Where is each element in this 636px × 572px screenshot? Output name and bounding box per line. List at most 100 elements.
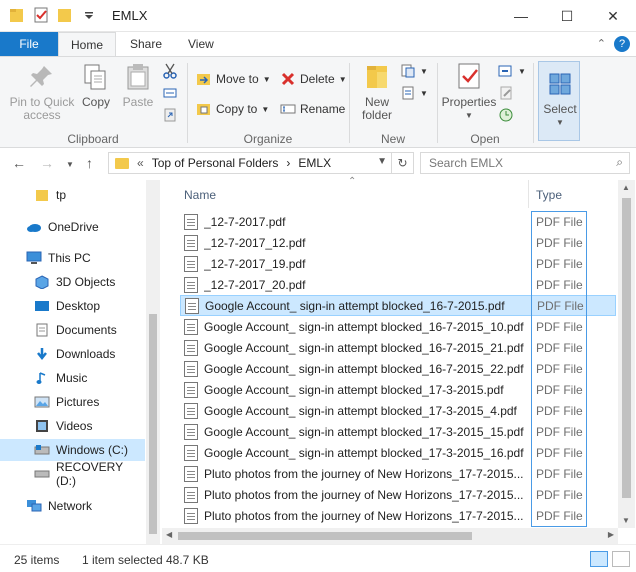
file-row[interactable]: Google Account_ sign-in attempt blocked_… [180, 295, 616, 316]
copy-button[interactable]: Copy [78, 61, 114, 109]
refresh-icon[interactable]: ↻ [391, 153, 413, 173]
nav-item-downloads[interactable]: Downloads [0, 343, 145, 365]
nav-item-videos[interactable]: Videos [0, 415, 145, 437]
properties-icon[interactable] [32, 6, 50, 24]
minimize-button[interactable]: — [498, 0, 544, 32]
nav-item-desktop[interactable]: Desktop [0, 295, 145, 317]
file-row[interactable]: Google Account_ sign-in attempt blocked_… [180, 316, 616, 337]
select-button[interactable]: Select ▼ [541, 68, 579, 129]
collapse-ribbon-icon[interactable]: ⌃ [597, 37, 606, 50]
pdf-file-icon [184, 402, 198, 419]
delete-button[interactable]: Delete ▼ [280, 71, 347, 87]
paste-shortcut-button[interactable] [162, 107, 178, 123]
column-header-type[interactable]: Type [536, 188, 562, 202]
address-bar[interactable]: « Top of Personal Folders › EMLX ▼ ↻ [108, 152, 414, 174]
up-icon[interactable]: ↑ [86, 155, 93, 171]
copy-to-button[interactable]: Copy to ▼ [196, 101, 269, 117]
edit-button[interactable] [498, 85, 514, 101]
breadcrumb-separator[interactable]: › [286, 156, 290, 170]
breadcrumb-overflow[interactable]: « [137, 156, 144, 170]
file-list-horizontal-scrollbar[interactable]: ◀ ▶ [162, 528, 618, 544]
tab-share[interactable]: Share [118, 32, 174, 56]
file-row[interactable]: _12-7-2017_19.pdf PDF File [180, 253, 616, 274]
nav-item-label: Desktop [56, 299, 101, 313]
file-row[interactable]: Pluto photos from the journey of New Hor… [180, 463, 616, 484]
customize-qat-icon[interactable] [80, 6, 98, 24]
column-header-name[interactable]: Name [184, 188, 216, 202]
address-dropdown-icon[interactable]: ▼ [377, 156, 387, 167]
scroll-down-icon[interactable]: ▼ [622, 516, 630, 525]
column-divider[interactable] [528, 180, 529, 208]
scrollbar-thumb[interactable] [178, 532, 472, 540]
recent-locations-icon[interactable]: ▼ [66, 160, 74, 169]
file-row[interactable]: Google Account_ sign-in attempt blocked_… [180, 337, 616, 358]
file-row[interactable]: _12-7-2017_20.pdf PDF File [180, 274, 616, 295]
file-row[interactable]: Google Account_ sign-in attempt blocked_… [180, 400, 616, 421]
file-row[interactable]: Google Account_ sign-in attempt blocked_… [180, 421, 616, 442]
easy-access-button[interactable]: ▼ [400, 85, 428, 101]
pin-to-quick-access-button[interactable]: Pin to Quick access [6, 61, 78, 122]
open-button[interactable]: ▼ [498, 63, 526, 79]
back-icon[interactable]: ← [12, 155, 26, 171]
nav-item-recovery-d[interactable]: RECOVERY (D:) [0, 460, 145, 488]
nav-item-onedrive[interactable]: OneDrive [0, 216, 145, 238]
paste-button[interactable]: Paste [118, 61, 158, 109]
file-row[interactable]: Google Account_ sign-in attempt blocked_… [180, 379, 616, 400]
pdf-file-icon [184, 444, 198, 461]
file-row[interactable]: Pluto photos from the journey of New Hor… [180, 505, 616, 526]
file-list-vertical-scrollbar[interactable]: ▲ ▼ [618, 180, 635, 528]
select-group[interactable]: Select ▼ [538, 61, 580, 141]
large-icons-view-button[interactable] [612, 551, 630, 567]
new-folder-icon[interactable] [56, 6, 74, 24]
new-folder-label: New folder [361, 95, 393, 122]
file-row[interactable]: Google Account_ sign-in attempt blocked_… [180, 442, 616, 463]
scroll-left-icon[interactable]: ◀ [166, 530, 172, 539]
copy-path-button[interactable] [162, 85, 178, 101]
details-view-button[interactable] [590, 551, 608, 567]
rename-label: Rename [300, 102, 346, 116]
file-row[interactable]: _12-7-2017_12.pdf PDF File [180, 232, 616, 253]
breadcrumb-emlx[interactable]: EMLX [298, 156, 331, 170]
scissors-icon [162, 63, 178, 79]
file-name: Google Account_ sign-in attempt blocked_… [204, 403, 517, 418]
scrollbar-thumb[interactable] [149, 314, 157, 534]
tab-file[interactable]: File [0, 32, 58, 56]
navigation-pane-scrollbar[interactable] [146, 180, 160, 544]
tab-view[interactable]: View [176, 32, 226, 56]
new-folder-button[interactable]: New folder [356, 61, 398, 122]
clipboard-group: Pin to Quick access Copy Paste Clipboard [0, 57, 186, 149]
properties-button[interactable]: Properties ▼ [440, 61, 498, 122]
nav-item-pictures[interactable]: Pictures [0, 391, 145, 413]
new-item-button[interactable]: ▼ [400, 63, 428, 79]
nav-item-music[interactable]: Music [0, 367, 145, 389]
forward-icon[interactable]: → [40, 155, 54, 171]
column-headers: ⌃ Name Type [162, 176, 622, 208]
nav-item-this-pc[interactable]: This PC [0, 247, 145, 269]
help-icon[interactable]: ? [614, 36, 630, 52]
select-dropdown-icon: ▼ [556, 118, 564, 127]
file-row[interactable]: Pluto photos from the journey of New Hor… [180, 484, 616, 505]
file-row[interactable]: _12-7-2017.pdf PDF File [180, 211, 616, 232]
file-row[interactable]: Google Account_ sign-in attempt blocked_… [180, 358, 616, 379]
move-to-button[interactable]: Move to ▼ [196, 71, 271, 87]
cut-button[interactable] [162, 63, 178, 79]
maximize-button[interactable]: ☐ [544, 0, 590, 32]
search-input[interactable]: Search EMLX ⌕ [420, 152, 630, 174]
scroll-right-icon[interactable]: ▶ [608, 530, 614, 539]
nav-item-documents[interactable]: Documents [0, 319, 145, 341]
history-button[interactable] [498, 107, 514, 123]
pdf-file-icon [184, 486, 198, 503]
nav-item-3d-objects[interactable]: 3D Objects [0, 271, 145, 293]
file-name: _12-7-2017_12.pdf [204, 235, 306, 250]
nav-item-windows-c[interactable]: Windows (C:) [0, 439, 145, 461]
rename-button[interactable]: Rename [280, 101, 345, 117]
nav-item-tp[interactable]: tp [0, 184, 145, 206]
close-button[interactable]: ✕ [590, 0, 636, 32]
select-label: Select [543, 102, 577, 116]
breadcrumb-top-of-personal-folders[interactable]: Top of Personal Folders [152, 156, 279, 170]
scrollbar-thumb[interactable] [622, 198, 631, 498]
scroll-up-icon[interactable]: ▲ [622, 183, 630, 192]
nav-item-network[interactable]: Network [0, 495, 145, 517]
file-name: Google Account_ sign-in attempt blocked_… [204, 382, 504, 397]
tab-home[interactable]: Home [58, 32, 117, 56]
